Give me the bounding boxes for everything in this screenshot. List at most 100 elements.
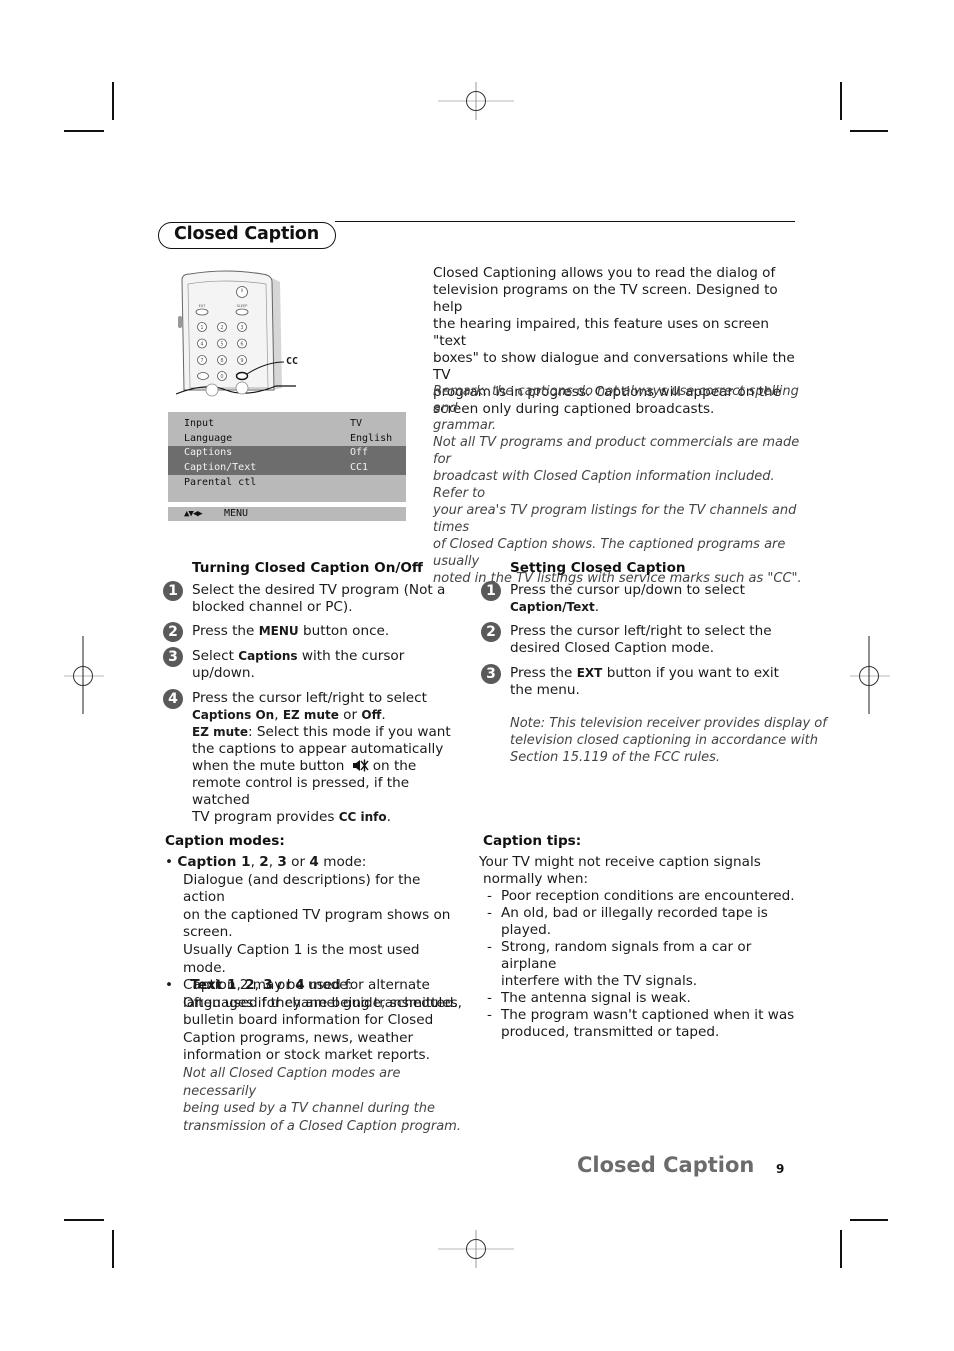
- separator: or: [286, 854, 310, 870]
- dash: -: [487, 888, 492, 904]
- mode-line: information or stock market reports.: [183, 1047, 430, 1064]
- mode-bold: 4: [295, 977, 305, 993]
- separator: .: [381, 707, 386, 723]
- menu-row-parental: Parental ctl: [168, 476, 406, 491]
- menu-value: CC1: [350, 461, 369, 473]
- remark-line: Not all TV programs and product commerci…: [433, 435, 800, 467]
- bullet: •: [165, 854, 174, 870]
- turning-step-3: Select Captions with the cursor up/down.: [192, 648, 404, 682]
- step-line: Press the cursor left/right to select th…: [510, 623, 772, 639]
- footer-section-title: Closed Caption: [577, 1153, 755, 1177]
- tip-item: - An old, bad or illegally recorded tape…: [487, 905, 807, 939]
- ez-mute-label: EZ mute: [192, 725, 248, 739]
- step-line: remote control is pressed, if the watche…: [192, 775, 410, 808]
- tip-item: - Strong, random signals from a car or a…: [487, 939, 807, 990]
- fcc-note: Note: This television receiver provides …: [510, 715, 827, 766]
- registration-mark-bottom: [438, 1230, 514, 1268]
- setting-step-number-1-icon: 1: [481, 581, 501, 601]
- menu-key-label: MENU: [258, 624, 299, 638]
- tip-line: An old, bad or illegally recorded tape i…: [501, 905, 768, 921]
- step-number-3-icon: 3: [163, 647, 183, 667]
- remark-line: Remark: the captions do not always use c…: [433, 384, 799, 416]
- mode-bold: Caption 1: [177, 854, 251, 870]
- menu-label: Captions: [184, 447, 233, 458]
- remote-key-label: 7: [200, 358, 203, 364]
- dash: -: [487, 939, 492, 955]
- remote-key-label: 4: [200, 341, 203, 347]
- bullet: •: [165, 977, 174, 993]
- turning-heading: Turning Closed Caption On/Off: [192, 560, 423, 576]
- tv-menu-panel: Input TV Language English Captions Off C…: [168, 412, 406, 502]
- menu-row-captions: Captions Off: [168, 446, 406, 461]
- setting-heading: Setting Closed Caption: [510, 560, 686, 576]
- remote-control-illustration: EXT SLEEP 1 2 3 4 5 6 7 8 9 0: [176, 270, 296, 397]
- step-text: button if you want to exit: [602, 665, 779, 681]
- mode-note-line: being used by a TV channel during the: [183, 1101, 436, 1117]
- crop-mark-bottom-right-v: [840, 1230, 842, 1268]
- remote-key-label: 5: [220, 341, 223, 347]
- caption-tips-heading: Caption tips:: [483, 833, 582, 849]
- ext-key-label: EXT: [199, 304, 207, 308]
- tip-line: played.: [501, 922, 552, 938]
- caption-tips-intro: Your TV might not receive caption signal…: [479, 854, 761, 888]
- step-text: Press the: [510, 665, 577, 681]
- tip-line: produced, transmitted or taped.: [501, 1024, 720, 1040]
- menu-value: Off: [350, 447, 369, 458]
- crop-mark-top-right-v: [840, 82, 842, 120]
- remark-line: broadcast with Closed Caption informatio…: [433, 469, 775, 501]
- crop-mark-bottom-left-h: [64, 1219, 104, 1221]
- remark-paragraph: Remark: the captions do not always use c…: [433, 383, 803, 587]
- turning-step-4: Press the cursor left/right to select Ca…: [192, 690, 462, 826]
- remote-key-label: 1: [200, 325, 203, 331]
- step-line: desired Closed Caption mode.: [510, 640, 715, 656]
- tip-line: Poor reception conditions are encountere…: [501, 888, 795, 904]
- menu-value: English: [350, 433, 393, 444]
- mode-bold: 2: [245, 977, 255, 993]
- tip-line: interfere with the TV signals.: [501, 973, 698, 989]
- tip-line: Strong, random signals from a car or air…: [501, 939, 752, 972]
- step-text: Press the: [192, 623, 259, 639]
- setting-step-3: Press the EXT button if you want to exit…: [510, 665, 779, 699]
- step-number-1-icon: 1: [163, 581, 183, 601]
- turning-step-1: Select the desired TV program (Not a blo…: [192, 582, 445, 616]
- separator: ,: [236, 977, 246, 993]
- tv-menu-footer: ▲▼◀▶ MENU: [168, 507, 406, 521]
- menu-row-caption-text: Caption/Text CC1: [168, 460, 406, 475]
- dash: -: [487, 990, 492, 1006]
- caption-modes-heading: Caption modes:: [165, 833, 285, 849]
- cc-info-label: CC info: [338, 810, 387, 824]
- tip-item: - Poor reception conditions are encounte…: [487, 888, 807, 905]
- remote-key-label: 9: [240, 358, 243, 364]
- step-text: TV program provides: [192, 809, 339, 825]
- mode-tail: mode:: [304, 977, 353, 993]
- tips-intro-line: Your TV might not receive caption signal…: [479, 854, 761, 870]
- step-text: button once.: [298, 623, 390, 639]
- mode-note-line: Not all Closed Caption modes are necessa…: [183, 1065, 401, 1099]
- section-header-rule: [335, 221, 795, 222]
- mode-bold: 3: [263, 977, 273, 993]
- step-number-4-icon: 4: [163, 689, 183, 709]
- remote-key-label: 3: [240, 325, 243, 331]
- step-line: the menu.: [510, 682, 580, 698]
- setting-step-2: Press the cursor left/right to select th…: [510, 623, 772, 657]
- tips-intro-line: normally when:: [483, 871, 589, 887]
- sleep-key-label: SLEEP: [237, 304, 248, 308]
- caption-text-label: Caption/Text: [510, 600, 595, 614]
- step-text: when the mute button: [192, 758, 345, 774]
- option-off: Off: [361, 708, 382, 722]
- step-text: Select: [192, 648, 239, 664]
- remote-key-label: 0: [220, 374, 223, 380]
- step-line: Press the cursor up/down to select: [510, 582, 745, 598]
- turning-step-2: Press the MENU button once.: [192, 623, 389, 640]
- mode-line: Caption programs, news, weather: [183, 1029, 414, 1046]
- mode-bold: 3: [277, 854, 287, 870]
- separator: ,: [254, 977, 264, 993]
- dash: -: [487, 1007, 492, 1023]
- menu-footer-label: MENU: [224, 508, 249, 519]
- mode-line: screen.: [183, 924, 233, 941]
- mode-line: Often used for channel guide, schedules,: [183, 994, 462, 1011]
- page-number: 9: [776, 1162, 785, 1176]
- menu-label: Input: [184, 418, 215, 429]
- mode-bold: Text 1: [190, 977, 237, 993]
- mode-tail: mode:: [318, 854, 367, 870]
